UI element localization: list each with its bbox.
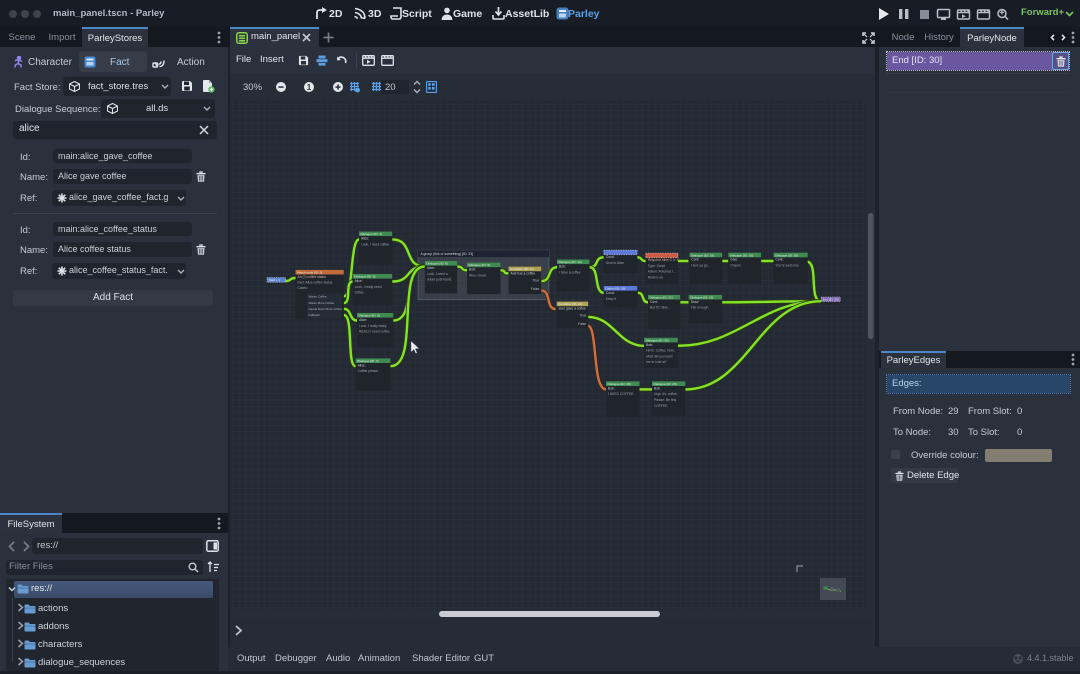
svg-text:Alice:: Alice: bbox=[427, 266, 435, 270]
svg-text:Wants More Coffee: Wants More Coffee bbox=[309, 301, 335, 305]
svg-text:Return: ok: Return: ok bbox=[648, 276, 664, 280]
svg-text:A group (this or something) [I: A group (this or something) [ID: 23] bbox=[421, 252, 474, 256]
svg-text:Cond:: Cond: bbox=[606, 255, 615, 259]
svg-text:Cheers.: Cheers. bbox=[730, 264, 742, 268]
svg-text:Alice:: Alice: bbox=[359, 318, 367, 322]
svg-text:Type: Script: Type: Script bbox=[648, 264, 665, 268]
svg-text:me to look at?: me to look at? bbox=[646, 360, 667, 364]
svg-text:what did you want: what did you want bbox=[646, 354, 672, 358]
svg-text:False: False bbox=[578, 322, 586, 326]
svg-text:Dialogue [ID: 8]: Dialogue [ID: 8] bbox=[426, 262, 447, 266]
svg-text:True: True bbox=[533, 279, 540, 283]
svg-text:Match node [ID: 2]: Match node [ID: 2] bbox=[297, 271, 322, 275]
svg-text:And has a coffee: And has a coffee bbox=[511, 272, 536, 276]
svg-text:Cont:: Cont: bbox=[650, 300, 658, 304]
svg-text:Dialogue [ID: 4]: Dialogue [ID: 4] bbox=[361, 232, 382, 236]
svg-text:End [ID: 30]: End [ID: 30] bbox=[823, 298, 839, 302]
svg-text:Look, I really really: Look, I really really bbox=[359, 324, 387, 328]
svg-text:Dialogue [ID: 29]: Dialogue [ID: 29] bbox=[654, 382, 677, 386]
svg-text:coffee.: coffee. bbox=[355, 291, 365, 295]
svg-text:You're welcome.: You're welcome. bbox=[776, 264, 800, 268]
svg-text:Bob:: Bob: bbox=[559, 265, 566, 269]
svg-text:Give:: Give: bbox=[730, 258, 738, 262]
svg-text:Keep it: Keep it bbox=[606, 297, 616, 301]
svg-text:Dialogue [ID: 13]: Dialogue [ID: 13] bbox=[559, 260, 582, 264]
svg-text:Give to Alice: Give to Alice bbox=[606, 261, 624, 265]
svg-text:Respond Alice C u: 5...: Respond Alice C u: 5... bbox=[648, 258, 682, 262]
svg-text:Condition [ID: 11]: Condition [ID: 11] bbox=[510, 267, 534, 271]
svg-text:Dialogue [ID: 28]: Dialogue [ID: 28] bbox=[608, 382, 631, 386]
svg-text:Alice:: Alice: bbox=[361, 237, 369, 241]
svg-text:Here ya go...: Here ya go... bbox=[691, 264, 710, 268]
svg-text:Alice:: Alice: bbox=[358, 363, 366, 367]
svg-text:Alice:: Alice: bbox=[355, 279, 363, 283]
svg-text:Start [...]: Start [...] bbox=[269, 278, 281, 282]
svg-text:Look, I need coffee.: Look, I need coffee. bbox=[361, 242, 390, 246]
svg-text:Please. Be first.: Please. Be first. bbox=[654, 398, 677, 402]
svg-text:Dialogue [ID: 19]: Dialogue [ID: 19] bbox=[730, 253, 753, 257]
svg-text:An:(?) coffee status: An:(?) coffee status bbox=[298, 275, 327, 279]
svg-text:Dialogue [ID: 20]: Dialogue [ID: 20] bbox=[775, 253, 798, 257]
svg-text:Dialogue [ID: 7]: Dialogue [ID: 7] bbox=[357, 359, 378, 363]
svg-text:False: False bbox=[531, 287, 539, 291]
svg-text:Look, I really need: Look, I really need bbox=[355, 285, 382, 289]
svg-text:Cond:: Cond: bbox=[606, 291, 615, 295]
svg-text:Woo. Great.: Woo. Great. bbox=[469, 273, 487, 277]
svg-text:Cont:: Cont: bbox=[691, 258, 699, 262]
svg-text:Dialogue [ID: 21]: Dialogue [ID: 21] bbox=[650, 296, 673, 300]
svg-text:Fallback: Fallback bbox=[309, 313, 321, 317]
svg-text:refuel post-haste.: refuel post-haste. bbox=[427, 278, 453, 282]
svg-text:I NEED COFFEE.: I NEED COFFEE. bbox=[608, 392, 634, 396]
svg-text:Look, I need a: Look, I need a bbox=[427, 272, 448, 276]
svg-text:Draw:: Draw: bbox=[691, 300, 700, 304]
svg-text:Fair enough.: Fair enough. bbox=[691, 306, 710, 310]
svg-text:Needs Even More Coffee: Needs Even More Coffee bbox=[309, 307, 343, 311]
svg-text:Bob:: Bob: bbox=[469, 268, 476, 272]
svg-text:Dialogue [ID: 9]: Dialogue [ID: 9] bbox=[469, 263, 490, 267]
svg-text:Action: Advance t...: Action: Advance t... bbox=[648, 270, 676, 274]
svg-text:REALLY need coffee.: REALLY need coffee. bbox=[359, 330, 390, 334]
svg-text:ever gave a coffee: ever gave a coffee bbox=[559, 307, 586, 311]
svg-text:Bob:: Bob: bbox=[654, 386, 661, 390]
svg-text:Dialogue [ID: 22]: Dialogue [ID: 22] bbox=[690, 296, 713, 300]
svg-text:Hmm. Coffee. Now,: Hmm. Coffee. Now, bbox=[646, 349, 675, 353]
svg-text:Dialogue [ID: 6]: Dialogue [ID: 6] bbox=[359, 314, 380, 318]
svg-text:Option [ID: 16]: Option [ID: 16] bbox=[605, 287, 625, 291]
svg-text:But it's mine...: But it's mine... bbox=[650, 306, 671, 310]
svg-text:True: True bbox=[580, 314, 587, 318]
svg-text:Cases:: Cases: bbox=[298, 286, 308, 290]
svg-text:Fact: Alice coffee status: Fact: Alice coffee status bbox=[298, 281, 333, 285]
svg-text:Coffee please.: Coffee please. bbox=[358, 369, 379, 373]
svg-text:Cont:: Cont: bbox=[776, 258, 784, 262]
svg-text:COFFEE.: COFFEE. bbox=[654, 404, 668, 408]
svg-text:Dialogue [ID: 26]: Dialogue [ID: 26] bbox=[646, 338, 669, 342]
svg-text:Wants Coffee: Wants Coffee bbox=[309, 295, 327, 299]
svg-text:Dialogue [ID: 18]: Dialogue [ID: 18] bbox=[691, 253, 714, 257]
svg-text:Urgh it's: coffee.: Urgh it's: coffee. bbox=[654, 392, 678, 396]
svg-text:Condition [ID: 24]: Condition [ID: 24] bbox=[558, 302, 582, 306]
svg-text:1: 1 bbox=[307, 83, 312, 92]
svg-text:Dialogue [ID: 5]: Dialogue [ID: 5] bbox=[354, 275, 375, 279]
svg-text:Bob:: Bob: bbox=[608, 386, 615, 390]
svg-text:I have a coffee: I have a coffee bbox=[559, 270, 581, 274]
svg-text:Bob:: Bob: bbox=[646, 343, 653, 347]
